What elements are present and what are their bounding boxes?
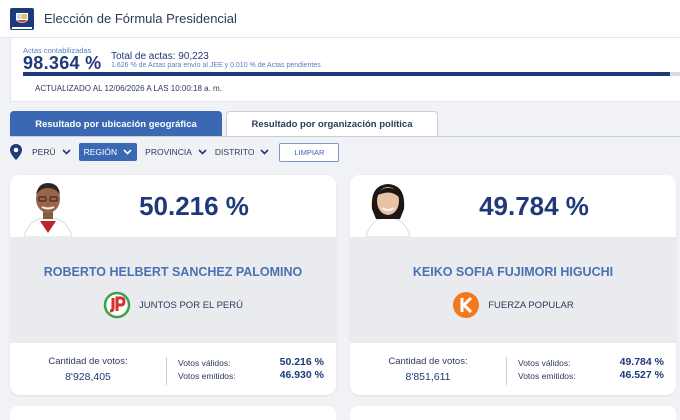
chevron-down-icon — [123, 149, 132, 155]
candidate-card: 50.216 % ROBERTO HELBERT SANCHEZ PALOMIN… — [10, 175, 336, 395]
filter-country[interactable]: PERÚ — [32, 143, 71, 161]
valid-votes-value: 50.216 % — [279, 356, 324, 368]
actas-progress-fill — [23, 72, 671, 76]
filter-province-label: PROVINCIA — [145, 147, 192, 157]
candidate-percent: 49.784 % — [479, 191, 589, 221]
juntos-por-el-peru-logo-icon — [103, 291, 131, 319]
candidate-card-header: 49.784 % — [350, 175, 676, 237]
party: FUERZA POPULAR — [350, 291, 676, 319]
candidate-votes: Cantidad de votos: 8'928,405 Votos válid… — [10, 343, 336, 395]
top-bar: Elección de Fórmula Presidencial — [0, 0, 680, 38]
filter-district[interactable]: DISTRITO — [215, 143, 270, 161]
chevron-down-icon — [62, 149, 71, 155]
actas-percent: 98.364 % — [23, 53, 102, 73]
votes-count-label: Cantidad de votos: — [48, 356, 128, 367]
candidate-percent: 50.216 % — [139, 191, 249, 221]
fuerza-popular-logo-icon — [453, 292, 480, 318]
filter-district-label: DISTRITO — [214, 147, 255, 157]
clear-filters-button[interactable]: LIMPIAR — [279, 142, 340, 162]
location-filters: PERÚ REGIÓN PROVINCIA DISTRITO LIMPIAR — [10, 142, 340, 162]
total-actas: Total de actas: 90,223 — [111, 51, 209, 62]
page-title: Elección de Fórmula Presidencial — [44, 11, 237, 26]
valid-votes-label: Votos válidos: — [518, 358, 571, 368]
party-name: FUERZA POPULAR — [488, 299, 574, 311]
emitted-votes-value: 46.930 % — [279, 369, 324, 381]
votes-divider — [506, 357, 507, 385]
filter-region-label: REGIÓN — [83, 147, 118, 157]
emitted-votes-value: 46.527 % — [619, 369, 664, 381]
votes-count: 8'851,611 — [405, 371, 451, 383]
chevron-down-icon — [198, 149, 207, 155]
party: JUNTOS POR EL PERÚ — [10, 291, 336, 319]
updated-timestamp: ACTUALIZADO AL 12/06/2026 A LAS 10:00:18… — [35, 84, 222, 93]
votes-count-label: Cantidad de votos: — [388, 356, 468, 367]
votes-count: 8'928,405 — [65, 371, 111, 383]
party-name: JUNTOS POR EL PERÚ — [139, 299, 243, 311]
location-pin-icon — [10, 144, 22, 160]
pending-actas-note: 1.626 % de Actas para envío al JEE y 0.0… — [111, 62, 321, 69]
candidate-info: KEIKO SOFIA FUJIMORI HIGUCHI FUERZA POPU… — [350, 237, 676, 343]
filter-region[interactable]: REGIÓN — [78, 143, 138, 161]
next-card-edge — [10, 406, 336, 420]
tab-geographic[interactable]: Resultado por ubicación geográfica — [10, 111, 222, 137]
candidate-card: 49.784 % KEIKO SOFIA FUJIMORI HIGUCHI FU… — [350, 175, 676, 395]
candidate-info: ROBERTO HELBERT SANCHEZ PALOMINO JUNTOS … — [10, 237, 336, 343]
next-card-edge — [350, 406, 676, 420]
filter-province[interactable]: PROVINCIA — [145, 143, 207, 161]
valid-votes-label: Votos válidos: — [178, 358, 231, 368]
tab-political-organization[interactable]: Resultado por organización política — [226, 111, 438, 137]
actas-progress-bar — [23, 72, 680, 76]
candidate-name: ROBERTO HELBERT SANCHEZ PALOMINO — [43, 265, 303, 279]
chevron-down-icon — [260, 149, 270, 155]
votes-divider — [166, 357, 167, 385]
candidate-card-header: 50.216 % — [10, 175, 336, 237]
candidate-votes: Cantidad de votos: 8'851,611 Votos válid… — [350, 343, 676, 395]
emitted-votes-label: Votos emitidos: — [178, 371, 236, 381]
valid-votes-value: 49.784 % — [619, 356, 664, 368]
candidate-photo-icon — [23, 183, 73, 237]
actas-summary: Actas contabilizadas 98.364 % Total de a… — [10, 38, 680, 102]
tab-divider — [10, 136, 680, 137]
filter-country-label: PERÚ — [32, 147, 56, 157]
candidate-name: KEIKO SOFIA FUJIMORI HIGUCHI — [412, 265, 614, 279]
coat-of-arms-icon — [10, 8, 34, 30]
candidate-photo-icon — [365, 184, 411, 237]
emitted-votes-label: Votos emitidos: — [518, 371, 576, 381]
